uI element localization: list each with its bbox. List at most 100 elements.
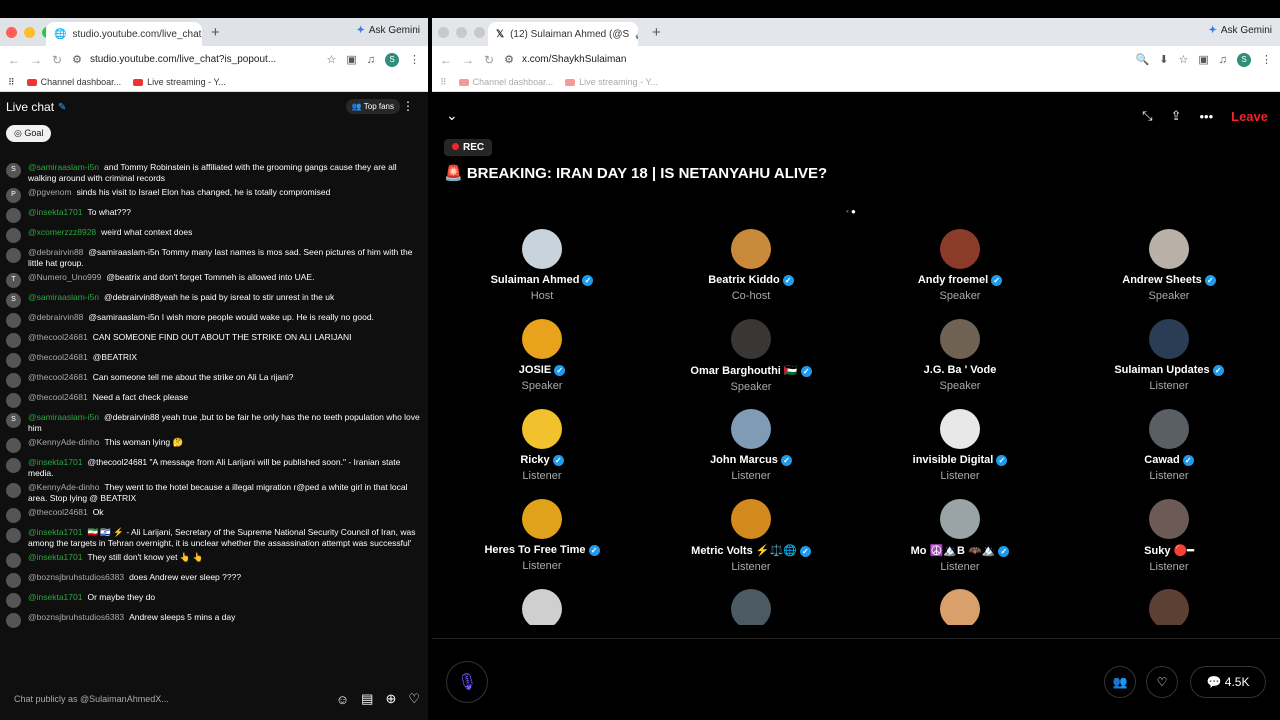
zoom-icon[interactable]: 🔍 [1136,53,1150,66]
chat-message[interactable]: @KennyAde-dinho This woman lying 🤔 [0,435,428,455]
participant[interactable]: Mo ☮️🏔️B 🦇🏔️ ✓ Listener [870,499,1050,573]
chat-message[interactable]: S @samiraaslam-i5n @debrairvin88 yeah true… [0,410,428,435]
ask-gemini-button[interactable]: ✦ Ask Gemini [356,25,420,36]
edit-icon[interactable]: ✎ [58,102,66,113]
chat-message[interactable]: @insekta1701 They still don't know yet 👆 … [0,550,428,570]
chat-message[interactable]: @thecool24681 CAN SOMEONE FIND OUT ABOUT … [0,330,428,350]
chat-message[interactable]: @insekta1701 🇮🇷 🇮🇱 ⚡ - Ali Larijani, Secr… [0,525,428,550]
author-name[interactable]: @insekta1701 [28,592,82,602]
participant[interactable]: John Marcus ✓ Listener [661,409,841,482]
avatar[interactable] [522,499,562,539]
chat-message[interactable]: T @Numero_Uno999 @beatrix and don't forget… [0,270,428,290]
participant[interactable]: Omar Barghouthi 🇵🇸 ✓ Speaker [661,319,841,393]
avatar[interactable] [1149,319,1189,359]
profile-avatar[interactable]: S [385,52,399,67]
new-tab-button[interactable]: + [652,24,661,41]
chat-message[interactable]: @insekta1701 To what??? [0,205,428,225]
avatar[interactable] [1149,229,1189,269]
reload-icon[interactable]: ↻ [52,53,62,67]
participant[interactable]: Heres To Free Time ✓ Listener [452,499,632,572]
avatar[interactable] [731,229,771,269]
avatar[interactable] [940,589,980,625]
participant[interactable]: JOSIE ✓ Speaker [452,319,632,392]
minimize-window-button[interactable] [456,27,467,38]
extensions-icon[interactable]: ▣ [346,53,356,66]
avatar[interactable] [731,319,771,359]
media-icon[interactable]: ♫ [367,54,375,66]
participant[interactable]: Suky 🔴━ Listener [1079,499,1259,573]
avatar[interactable] [6,373,21,388]
forward-icon[interactable]: → [462,53,474,67]
share-icon[interactable]: ⇪ [1171,108,1182,124]
author-name[interactable]: @boznsjbruhstudios6383 [28,612,124,622]
avatar[interactable] [6,228,21,243]
avatar[interactable] [6,248,21,263]
participant[interactable] [870,589,1050,625]
people-button[interactable]: 👥 [1104,666,1136,698]
avatar[interactable]: S [6,413,21,428]
author-name[interactable]: @boznsjbruhstudios6383 [28,572,124,582]
author-name[interactable]: @samiraaslam-i5n [28,412,99,422]
participant[interactable] [1079,589,1259,625]
avatar[interactable] [6,593,21,608]
author-name[interactable]: @thecool24681 [28,507,88,517]
chat-message[interactable]: @thecool24681 Can someone tell me about t… [0,370,428,390]
avatar[interactable] [940,409,980,449]
avatar[interactable] [6,483,21,498]
author-name[interactable]: @thecool24681 [28,352,88,362]
chat-message[interactable]: @insekta1701 Or maybe they do [0,590,428,610]
close-window-button[interactable] [438,27,449,38]
author-name[interactable]: @insekta1701 [28,457,82,467]
author-name[interactable]: @KennyAde-dinho [28,437,99,447]
close-window-button[interactable] [6,27,17,38]
chat-message[interactable]: S @samiraaslam-i5n and Tommy Robinstein is… [0,160,428,185]
menu-icon[interactable]: ⋮ [1261,53,1272,66]
chat-message[interactable]: @debrairvin88 @samiraaslam-i5n Tommy many… [0,245,428,270]
avatar[interactable]: P [6,188,21,203]
participant[interactable]: Andy froemel ✓ Speaker [870,229,1050,302]
goal-chip[interactable]: ◎ Goal [6,124,52,142]
author-name[interactable]: @pgvenom [28,187,72,197]
author-name[interactable]: @debrairvin88 [28,312,83,322]
avatar[interactable] [940,319,980,359]
avatar[interactable] [6,393,21,408]
participant[interactable]: Cawad ✓ Listener [1079,409,1259,482]
author-name[interactable]: @insekta1701 [28,207,82,217]
avatar[interactable]: S [6,293,21,308]
chat-message[interactable]: S @samiraaslam-i5n @debrairvin88yeah he is… [0,290,428,310]
url-field[interactable]: ⚙ x.com/ShaykhSulaiman [504,53,1125,66]
chat-message[interactable]: @thecool24681 Ok [0,505,428,525]
author-name[interactable]: @insekta1701 [28,552,82,562]
new-tab-button[interactable]: + [211,24,220,41]
bookmark-channel-dashboard[interactable]: Channel dashboar... [458,77,553,87]
media-icon[interactable]: ♫ [1219,54,1227,66]
avatar[interactable] [6,573,21,588]
author-name[interactable]: @thecool24681 [28,372,88,382]
avatar[interactable] [940,229,980,269]
participant[interactable]: J.G. Ba ' Vode Speaker [870,319,1050,392]
avatar[interactable]: T [6,273,21,288]
chat-message[interactable]: @thecool24681 Need a fact check please [0,390,428,410]
participant[interactable]: Sulaiman Ahmed ✓ Host [452,229,632,302]
author-name[interactable]: @insekta1701 [28,527,82,537]
site-info-icon[interactable]: ⚙ [72,53,82,66]
author-name[interactable]: @debrairvin88 [28,247,83,257]
add-icon[interactable]: ⊕ [385,691,396,707]
leave-button[interactable]: Leave [1231,109,1268,124]
chat-title[interactable]: Live chat [6,100,54,114]
menu-icon[interactable]: ⋮ [409,53,420,66]
chat-menu-icon[interactable]: ⋮ [402,99,414,113]
avatar[interactable] [1149,499,1189,539]
comments-button[interactable]: 💬 4.5K [1190,666,1266,698]
author-name[interactable]: @thecool24681 [28,332,88,342]
chevron-down-icon[interactable]: ⌄ [446,107,458,124]
avatar[interactable] [1149,589,1189,625]
back-icon[interactable]: ← [440,53,452,67]
chat-input[interactable]: Chat publicly as @SulaimanAhmedX... [8,694,324,704]
react-button[interactable]: ♡ [1146,666,1178,698]
participant[interactable]: Metric Volts ⚡⚖️🌐 ✓ Listener [661,499,841,573]
participant[interactable] [661,589,841,625]
heart-icon[interactable]: ♡ [408,691,420,707]
more-icon[interactable]: ••• [1199,109,1213,124]
avatar[interactable] [6,553,21,568]
